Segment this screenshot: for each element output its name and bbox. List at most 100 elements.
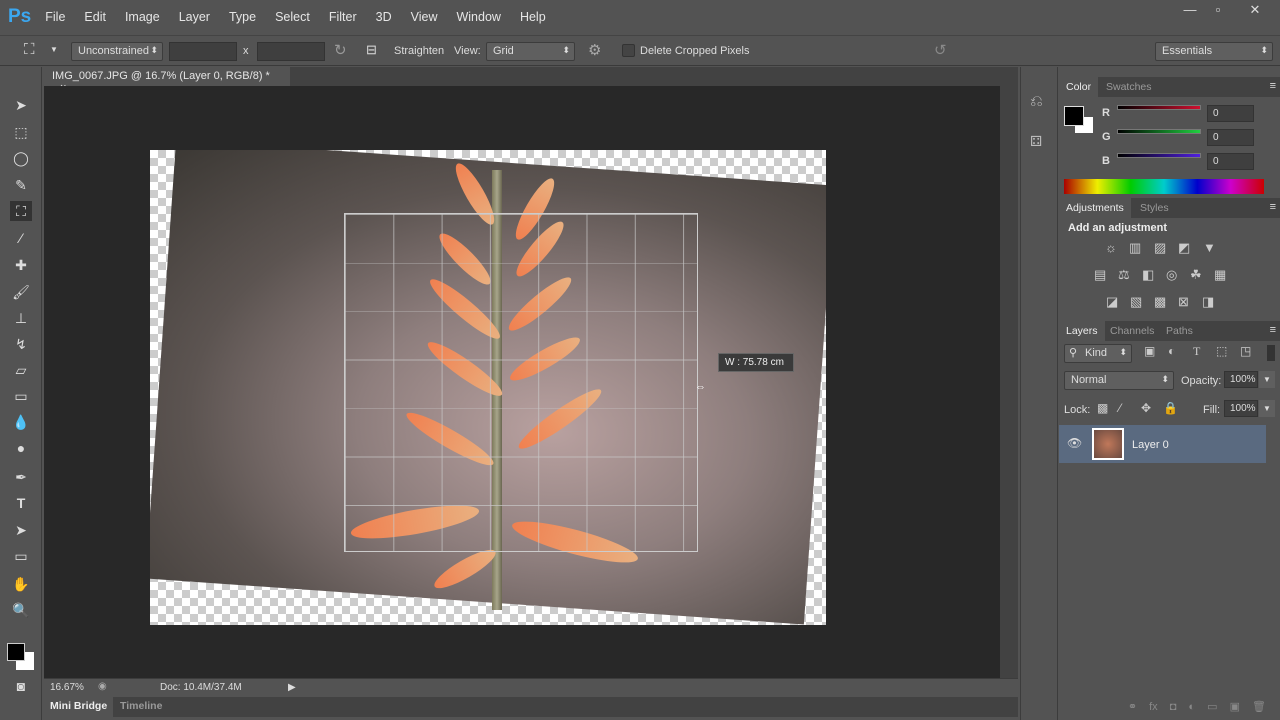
blur-tool-icon[interactable]: 💧	[10, 412, 32, 432]
lock-image-icon[interactable]: ⁄	[1119, 401, 1121, 415]
properties-panel-icon[interactable]: ⚃	[1030, 133, 1042, 150]
visibility-eye-icon[interactable]: 👁	[1067, 436, 1082, 450]
filter-pixel-icon[interactable]: ▣	[1144, 344, 1155, 358]
menu-edit[interactable]: Edit	[84, 10, 106, 24]
history-brush-tool-icon[interactable]: ↯	[10, 334, 32, 354]
lock-all-icon[interactable]: 🔒	[1163, 401, 1178, 415]
invert-icon[interactable]: ◪	[1106, 294, 1118, 310]
vertical-scrollbar[interactable]	[1000, 86, 1018, 678]
clone-stamp-tool-icon[interactable]: ⊥	[10, 308, 32, 328]
tab-channels[interactable]: Channels	[1103, 321, 1161, 341]
crop-tool-icon[interactable]: ⛶	[10, 201, 32, 221]
document-tab[interactable]: IMG_0067.JPG @ 16.7% (Layer 0, RGB/8) * …	[44, 67, 290, 94]
tab-adjustments[interactable]: Adjustments	[1059, 198, 1131, 218]
blend-mode-select[interactable]: Normal	[1064, 371, 1174, 390]
straighten-icon[interactable]: ⊟	[366, 42, 377, 58]
fill-value[interactable]: 100%	[1224, 400, 1258, 417]
posterize-icon[interactable]: ▧	[1130, 294, 1142, 310]
curves-icon[interactable]: ▨	[1154, 240, 1166, 256]
eraser-tool-icon[interactable]: ▱	[10, 360, 32, 380]
gradient-tool-icon[interactable]: ▭	[10, 386, 32, 406]
quick-selection-tool-icon[interactable]: ✎	[10, 175, 32, 195]
reset-icon[interactable]: ↺	[934, 41, 947, 59]
menu-select[interactable]: Select	[275, 10, 310, 24]
type-tool-icon[interactable]: T	[10, 493, 32, 513]
opacity-value[interactable]: 100%	[1224, 371, 1258, 388]
tab-styles[interactable]: Styles	[1133, 198, 1176, 218]
swap-icon[interactable]: ↻	[334, 41, 347, 59]
pen-tool-icon[interactable]: ✒	[10, 467, 32, 487]
color-balance-icon[interactable]: ⚖	[1118, 267, 1130, 283]
threshold-icon[interactable]: ▩	[1154, 294, 1166, 310]
filter-adjustment-icon[interactable]: ◐	[1168, 344, 1175, 358]
tab-mini-bridge[interactable]: Mini Bridge	[44, 697, 114, 717]
menu-view[interactable]: View	[411, 10, 438, 24]
filter-smart-object-icon[interactable]: ◳	[1240, 344, 1251, 358]
brush-tool-icon[interactable]: 🖌	[10, 282, 32, 302]
marquee-tool-icon[interactable]: ⬚	[10, 122, 32, 142]
menu-help[interactable]: Help	[520, 10, 546, 24]
menu-filter[interactable]: Filter	[329, 10, 357, 24]
rectangle-tool-icon[interactable]: ▭	[10, 546, 32, 566]
menu-layer[interactable]: Layer	[179, 10, 210, 24]
panel-menu-icon[interactable]: ≡	[1270, 80, 1276, 92]
history-panel-icon[interactable]: ⎌	[1030, 93, 1043, 111]
zoom-level[interactable]: 16.67%	[50, 682, 84, 693]
height-field[interactable]	[257, 42, 325, 61]
blue-slider[interactable]	[1117, 153, 1201, 158]
filter-type-icon[interactable]: T	[1193, 344, 1200, 359]
status-menu-arrow-icon[interactable]: ▶	[288, 682, 296, 693]
ratio-select[interactable]: Unconstrained	[71, 42, 163, 61]
selective-color-icon[interactable]: ⊠	[1178, 294, 1189, 310]
delete-cropped-checkbox[interactable]	[622, 44, 635, 57]
fill-dropdown-icon[interactable]: ▼	[1259, 400, 1275, 417]
workspace-select[interactable]: Essentials	[1155, 42, 1273, 61]
foreground-color-chip[interactable]	[1064, 106, 1084, 126]
menu-3d[interactable]: 3D	[376, 10, 392, 24]
width-field[interactable]	[169, 42, 237, 61]
tab-color[interactable]: Color	[1059, 77, 1099, 97]
minimize-button[interactable]: —	[1175, 2, 1205, 20]
lasso-tool-icon[interactable]: ◯	[10, 148, 32, 168]
layer-name[interactable]: Layer 0	[1132, 439, 1169, 451]
maximize-button[interactable]: ▫	[1203, 2, 1233, 20]
vibrance-icon[interactable]: ▼	[1203, 240, 1216, 255]
red-value[interactable]: 0	[1207, 105, 1254, 122]
eyedropper-tool-icon[interactable]: ⁄	[10, 228, 32, 248]
move-tool-icon[interactable]: ➤	[10, 95, 32, 115]
color-lookup-icon[interactable]: ▦	[1214, 267, 1226, 283]
menu-file[interactable]: File	[45, 10, 65, 24]
tool-preset-dropdown-icon[interactable]: ▼	[50, 45, 58, 54]
blue-value[interactable]: 0	[1207, 153, 1254, 170]
menu-type[interactable]: Type	[229, 10, 256, 24]
panel-menu-icon[interactable]: ≡	[1270, 201, 1276, 213]
gradient-map-icon[interactable]: ◨	[1202, 294, 1214, 310]
color-spectrum[interactable]	[1064, 179, 1264, 194]
dodge-tool-icon[interactable]: ●	[10, 438, 32, 458]
black-white-icon[interactable]: ◧	[1142, 267, 1154, 283]
tab-layers[interactable]: Layers	[1059, 321, 1105, 341]
filter-shape-icon[interactable]: ⬚	[1216, 344, 1227, 358]
view-select[interactable]: Grid	[486, 42, 575, 61]
levels-icon[interactable]: ▥	[1129, 240, 1141, 256]
menu-image[interactable]: Image	[125, 10, 160, 24]
crop-box[interactable]	[344, 213, 698, 552]
layer-row[interactable]: 👁 Layer 0	[1059, 425, 1266, 463]
lock-transparent-icon[interactable]: ▩	[1097, 401, 1108, 415]
brightness-contrast-icon[interactable]: ☼	[1105, 240, 1117, 255]
tab-swatches[interactable]: Swatches	[1099, 77, 1159, 97]
channel-mixer-icon[interactable]: ☘	[1190, 267, 1202, 283]
crop-tool-icon[interactable]: ⛶	[24, 41, 35, 58]
lock-position-icon[interactable]: ✥	[1141, 401, 1151, 415]
hand-tool-icon[interactable]: ✋	[10, 574, 32, 594]
photo-filter-icon[interactable]: ◎	[1166, 267, 1177, 283]
foreground-color-swatch[interactable]	[7, 643, 25, 661]
status-info-icon[interactable]: ◉	[98, 681, 107, 692]
green-slider[interactable]	[1117, 129, 1201, 134]
panel-menu-icon[interactable]: ≡	[1270, 324, 1276, 336]
green-value[interactable]: 0	[1207, 129, 1254, 146]
gear-icon[interactable]: ⚙	[588, 41, 601, 59]
tab-paths[interactable]: Paths	[1159, 321, 1200, 341]
hue-saturation-icon[interactable]: ▤	[1094, 267, 1106, 283]
path-selection-tool-icon[interactable]: ➤	[10, 520, 32, 540]
